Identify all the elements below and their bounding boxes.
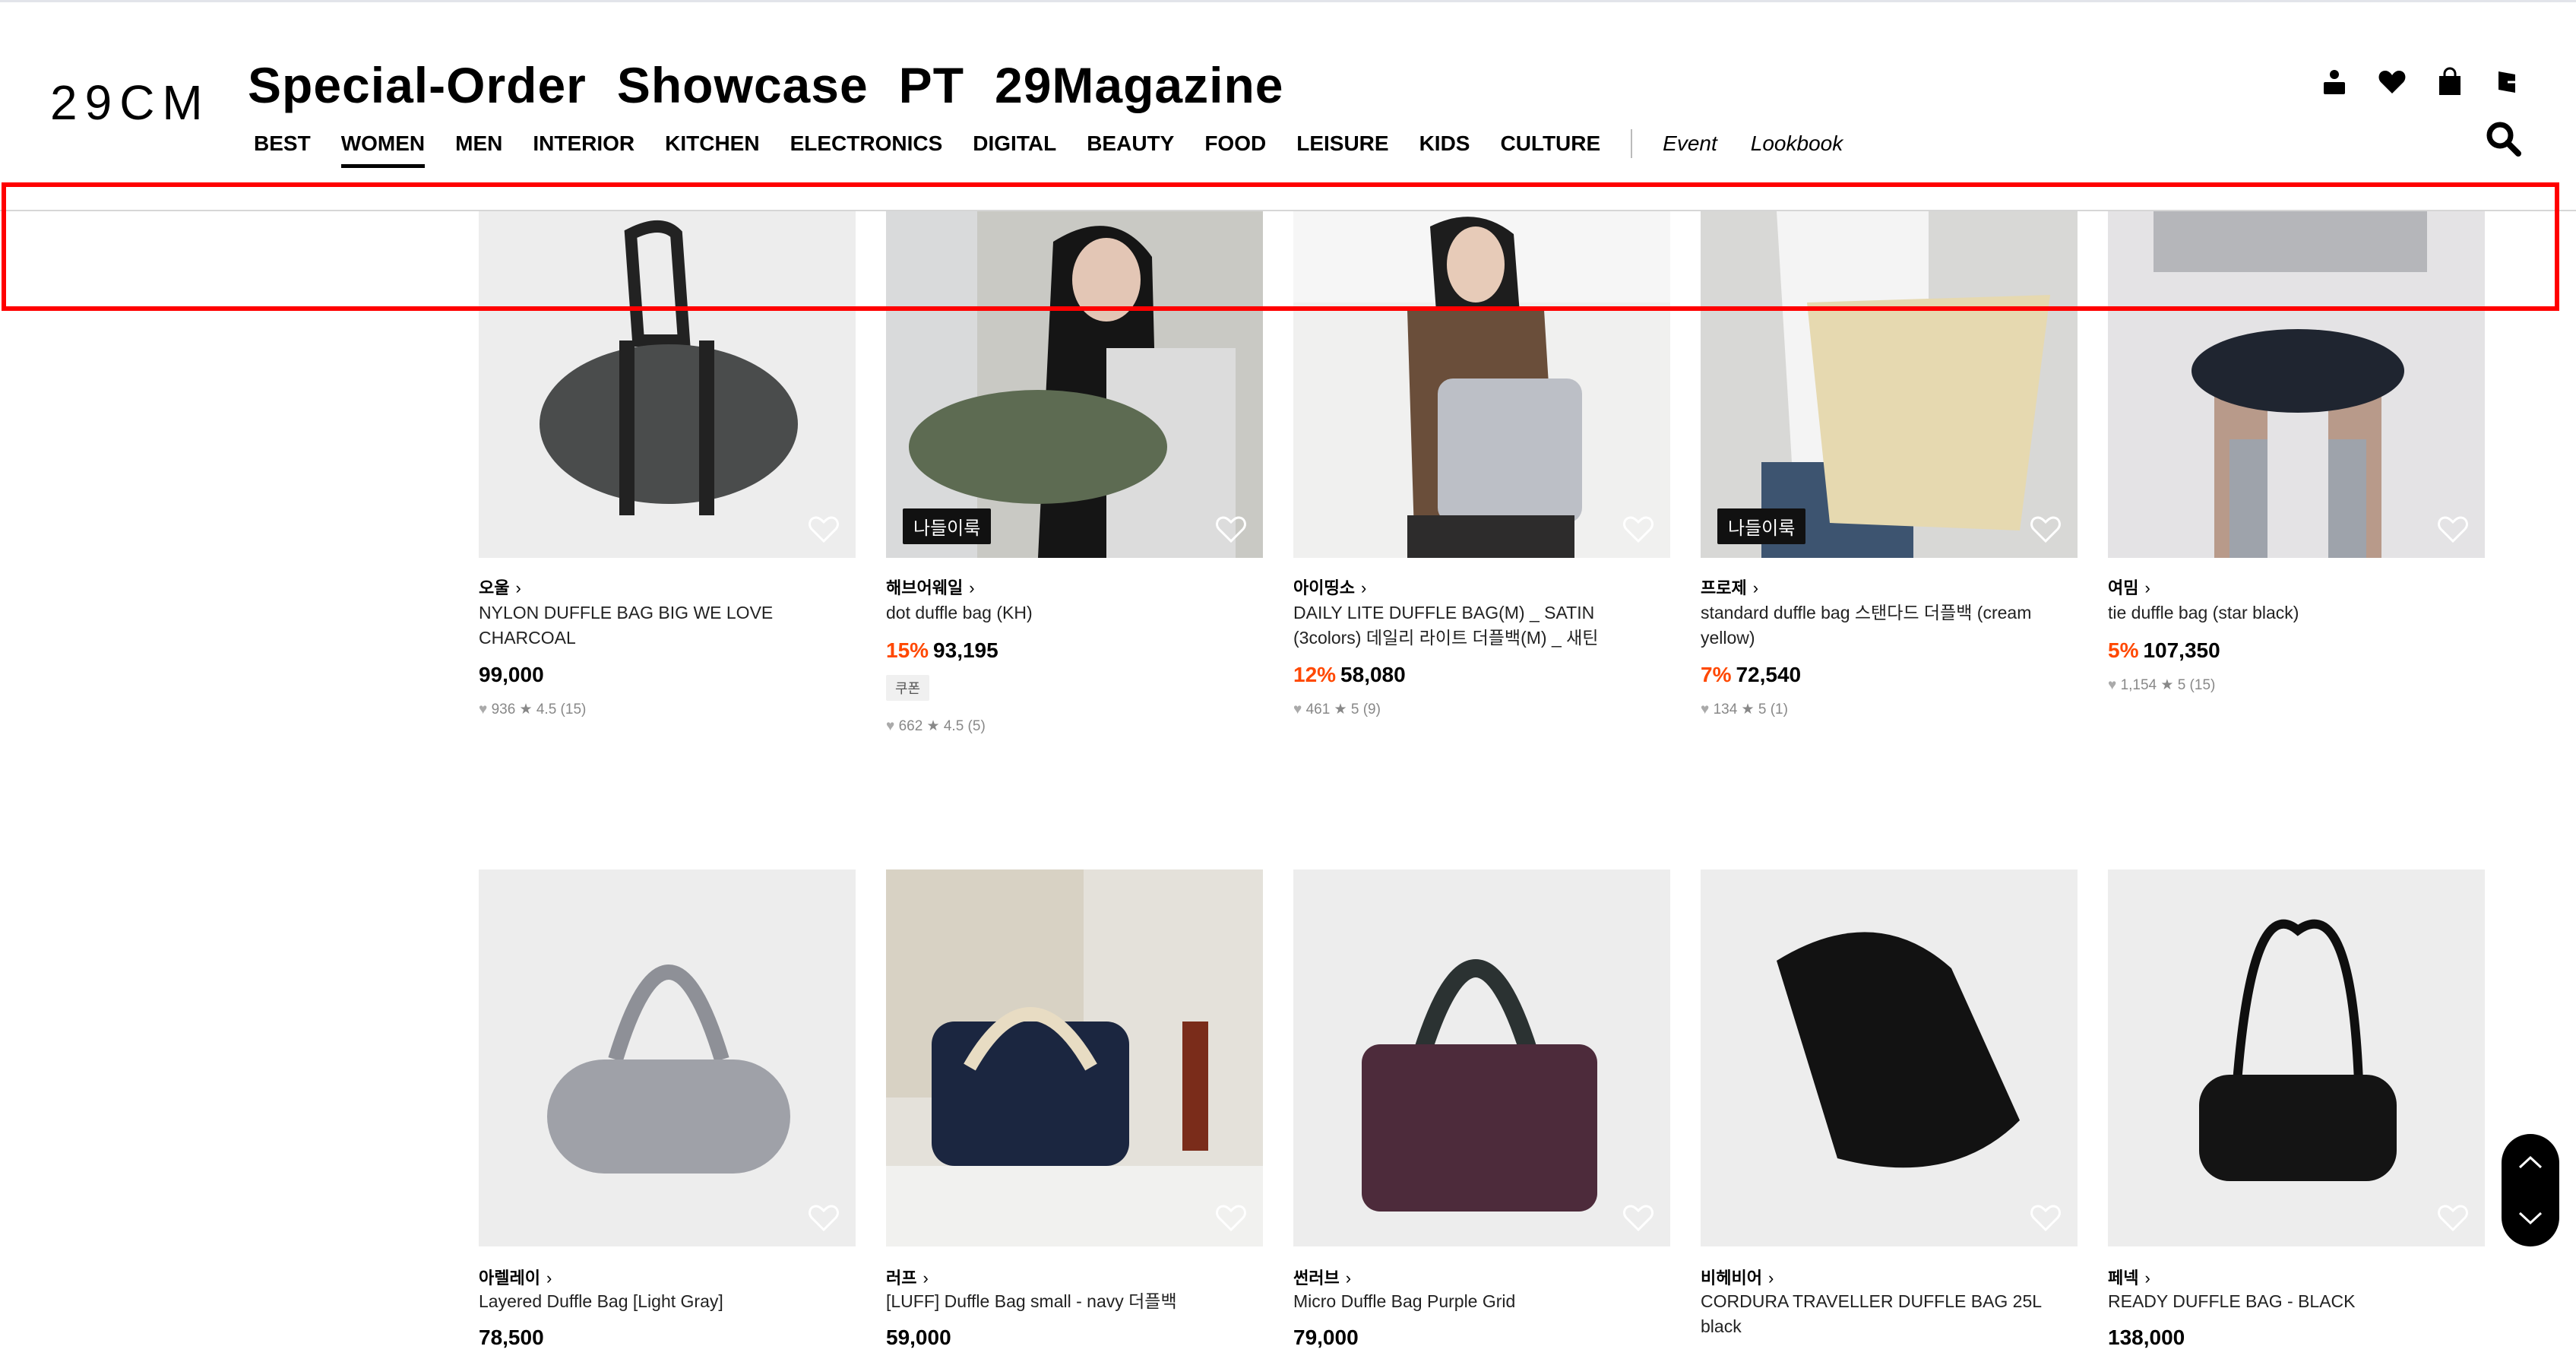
product-image[interactable] [479, 869, 856, 1246]
nav-special-order[interactable]: Special-Order [248, 56, 587, 114]
product-brand[interactable]: 페넥 › [2108, 1265, 2150, 1289]
product-name[interactable]: READY DUFFLE BAG - BLACK [2108, 1289, 2473, 1314]
product-price: 99,000 [479, 663, 544, 686]
main-nav: Special-Order Showcase PT 29Magazine [248, 56, 1284, 114]
link-lookbook[interactable]: Lookbook [1751, 131, 1843, 168]
product-price: 12% 58,080 [1293, 663, 1406, 686]
bag-image [479, 869, 856, 1246]
scroll-up-button[interactable] [2502, 1134, 2559, 1190]
product-price: 138,000 [2108, 1326, 2185, 1349]
heart-icon[interactable] [2377, 67, 2407, 97]
category-interior[interactable]: INTERIOR [533, 131, 635, 168]
wishlist-heart-icon[interactable] [1622, 1202, 1655, 1233]
bag-image [1701, 869, 2078, 1246]
account-icon[interactable] [2319, 67, 2350, 97]
product-image[interactable] [1293, 869, 1670, 1246]
product-meta: ♥ 134 ★ 5 (1) [1701, 702, 1788, 717]
chevron-up-icon [2518, 1155, 2543, 1169]
product-price: 59,000 [886, 1326, 951, 1349]
product-price: 7% 72,540 [1701, 663, 1802, 686]
product-brand[interactable]: 해브어웨일 › [886, 575, 975, 599]
product-name[interactable]: CORDURA TRAVELLER DUFFLE BAG 25L black [1701, 1289, 2065, 1339]
product-meta: ♥ 936 ★ 4.5 (15) [479, 702, 587, 717]
search-button[interactable] [2485, 120, 2521, 157]
category-leisure[interactable]: LEISURE [1296, 131, 1388, 168]
category-beauty[interactable]: BEAUTY [1087, 131, 1174, 168]
nav-pt[interactable]: PT [899, 56, 964, 114]
category-electronics[interactable]: ELECTRONICS [790, 131, 943, 168]
site-logo[interactable]: 29CM [50, 74, 210, 131]
product-name[interactable]: [LUFF] Duffle Bag small - navy 더플백 [886, 1289, 1251, 1314]
product-brand[interactable]: 썬러브 › [1293, 1265, 1351, 1289]
scroll-down-button[interactable] [2502, 1190, 2559, 1246]
highlight-box [2, 182, 2559, 311]
product-name[interactable]: dot duffle bag (KH) [886, 600, 1251, 626]
category-men[interactable]: MEN [455, 131, 502, 168]
category-kitchen[interactable]: KITCHEN [665, 131, 759, 168]
nav-29magazine[interactable]: 29Magazine [995, 56, 1283, 114]
product-brand[interactable]: 러프 › [886, 1265, 929, 1289]
product-image[interactable] [1701, 869, 2078, 1246]
product-price: 78,500 [479, 1326, 544, 1349]
product-image[interactable] [886, 869, 1263, 1246]
top-border [0, 0, 2576, 2]
product-brand[interactable]: 프로제 › [1701, 575, 1758, 599]
wishlist-heart-icon[interactable] [2436, 514, 2470, 544]
wishlist-heart-icon[interactable] [1214, 1202, 1248, 1233]
search-icon [2486, 122, 2521, 157]
product-name[interactable]: standard duffle bag 스탠다드 더플백 (cream yell… [1701, 600, 2065, 651]
link-event[interactable]: Event [1663, 131, 1717, 168]
category-culture[interactable]: CULTURE [1500, 131, 1600, 168]
product-price: 15% 93,195 [886, 638, 998, 662]
product-price: 5% 107,350 [2108, 638, 2220, 662]
product-meta: ♥ 461 ★ 5 (9) [1293, 702, 1381, 717]
product-name[interactable]: Micro Duffle Bag Purple Grid [1293, 1289, 1658, 1314]
wishlist-heart-icon[interactable] [807, 1202, 840, 1233]
product-brand[interactable]: 오울 › [479, 575, 521, 599]
category-nav: BEST WOMEN MEN INTERIOR KITCHEN ELECTRON… [254, 129, 1876, 170]
product-name[interactable]: DAILY LITE DUFFLE BAG(M) _ SATIN (3color… [1293, 600, 1658, 651]
bag-image [2108, 869, 2485, 1246]
product-name[interactable]: tie duffle bag (star black) [2108, 600, 2473, 626]
nav-separator [1631, 129, 1633, 158]
logout-icon[interactable] [2492, 67, 2523, 97]
product-tag: 나들이룩 [1717, 508, 1806, 544]
category-women[interactable]: WOMEN [340, 131, 426, 168]
shopping-bag-icon[interactable] [2435, 67, 2465, 97]
product-brand[interactable]: 비헤비어 › [1701, 1265, 1774, 1289]
category-food[interactable]: FOOD [1204, 131, 1266, 168]
product-brand[interactable]: 아렐레이 › [479, 1265, 552, 1289]
wishlist-heart-icon[interactable] [2029, 514, 2062, 544]
header-icons [2319, 67, 2523, 97]
product-brand[interactable]: 아이띵소 › [1293, 575, 1366, 599]
product-name[interactable]: Layered Duffle Bag [Light Gray] [479, 1289, 843, 1314]
scroll-buttons [2502, 1134, 2559, 1246]
category-kids[interactable]: KIDS [1419, 131, 1470, 168]
product-meta: ♥ 1,154 ★ 5 (15) [2108, 677, 2216, 693]
category-digital[interactable]: DIGITAL [973, 131, 1056, 168]
bag-image [886, 869, 1263, 1246]
category-best[interactable]: BEST [254, 131, 311, 168]
wishlist-heart-icon[interactable] [1622, 514, 1655, 544]
nav-showcase[interactable]: Showcase [617, 56, 869, 114]
wishlist-heart-icon[interactable] [2029, 1202, 2062, 1233]
product-image[interactable] [2108, 869, 2485, 1246]
wishlist-heart-icon[interactable] [807, 514, 840, 544]
coupon-badge: 쿠폰 [886, 675, 930, 701]
product-name[interactable]: NYLON DUFFLE BAG BIG WE LOVE CHARCOAL [479, 600, 843, 651]
wishlist-heart-icon[interactable] [2436, 1202, 2470, 1233]
product-price: 79,000 [1293, 1326, 1359, 1349]
product-meta: ♥ 662 ★ 4.5 (5) [886, 718, 986, 734]
product-tag: 나들이룩 [903, 508, 992, 544]
chevron-down-icon [2518, 1212, 2543, 1225]
bag-image [1293, 869, 1670, 1246]
wishlist-heart-icon[interactable] [1214, 514, 1248, 544]
product-brand[interactable]: 여밈 › [2108, 575, 2150, 599]
